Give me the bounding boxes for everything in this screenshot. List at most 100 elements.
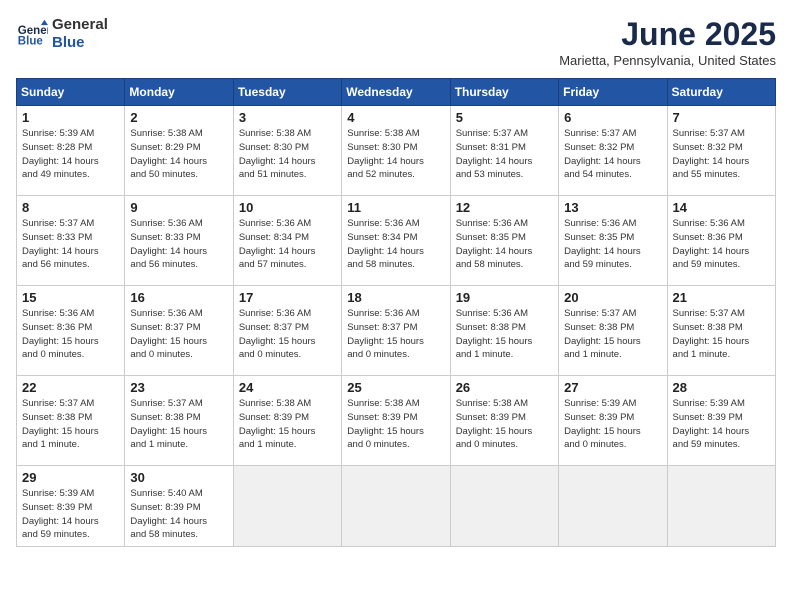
day-info: Sunrise: 5:37 AM Sunset: 8:38 PM Dayligh… bbox=[22, 397, 119, 452]
day-number: 3 bbox=[239, 110, 336, 125]
calendar-day-cell bbox=[233, 466, 341, 547]
day-info: Sunrise: 5:36 AM Sunset: 8:37 PM Dayligh… bbox=[239, 307, 336, 362]
calendar-day-cell: 3 Sunrise: 5:38 AM Sunset: 8:30 PM Daylig… bbox=[233, 106, 341, 196]
calendar-day-cell: 15Sunrise: 5:36 AM Sunset: 8:36 PM Dayli… bbox=[17, 286, 125, 376]
calendar-day-cell: 27 Sunrise: 5:39 AM Sunset: 8:39 PM Dayli… bbox=[559, 376, 667, 466]
day-number: 21 bbox=[673, 290, 770, 305]
calendar-week-row: 15Sunrise: 5:36 AM Sunset: 8:36 PM Dayli… bbox=[17, 286, 776, 376]
day-info: Sunrise: 5:36 AM Sunset: 8:37 PM Dayligh… bbox=[130, 307, 227, 362]
day-info: Sunrise: 5:36 AM Sunset: 8:36 PM Dayligh… bbox=[673, 217, 770, 272]
day-info: Sunrise: 5:36 AM Sunset: 8:37 PM Dayligh… bbox=[347, 307, 444, 362]
day-info: Sunrise: 5:39 AM Sunset: 8:28 PM Dayligh… bbox=[22, 127, 119, 182]
day-info: Sunrise: 5:38 AM Sunset: 8:30 PM Dayligh… bbox=[347, 127, 444, 182]
day-info: Sunrise: 5:36 AM Sunset: 8:34 PM Dayligh… bbox=[347, 217, 444, 272]
calendar-day-cell: 10 Sunrise: 5:36 AM Sunset: 8:34 PM Dayli… bbox=[233, 196, 341, 286]
calendar-day-cell: 19Sunrise: 5:36 AM Sunset: 8:38 PM Dayli… bbox=[450, 286, 558, 376]
day-number: 18 bbox=[347, 290, 444, 305]
day-number: 27 bbox=[564, 380, 661, 395]
title-block: June 2025 Marietta, Pennsylvania, United… bbox=[559, 16, 776, 68]
calendar-table: SundayMondayTuesdayWednesdayThursdayFrid… bbox=[16, 78, 776, 547]
calendar-day-cell: 8 Sunrise: 5:37 AM Sunset: 8:33 PM Daylig… bbox=[17, 196, 125, 286]
weekday-header: Tuesday bbox=[233, 79, 341, 106]
day-number: 11 bbox=[347, 200, 444, 215]
day-info: Sunrise: 5:39 AM Sunset: 8:39 PM Dayligh… bbox=[673, 397, 770, 452]
day-number: 6 bbox=[564, 110, 661, 125]
weekday-header: Thursday bbox=[450, 79, 558, 106]
calendar-day-cell: 13 Sunrise: 5:36 AM Sunset: 8:35 PM Dayli… bbox=[559, 196, 667, 286]
day-number: 23 bbox=[130, 380, 227, 395]
day-info: Sunrise: 5:37 AM Sunset: 8:38 PM Dayligh… bbox=[130, 397, 227, 452]
calendar-day-cell: 26 Sunrise: 5:38 AM Sunset: 8:39 PM Dayli… bbox=[450, 376, 558, 466]
day-number: 20 bbox=[564, 290, 661, 305]
calendar-day-cell bbox=[667, 466, 775, 547]
day-number: 4 bbox=[347, 110, 444, 125]
day-number: 1 bbox=[22, 110, 119, 125]
calendar-day-cell bbox=[559, 466, 667, 547]
day-number: 5 bbox=[456, 110, 553, 125]
calendar-day-cell: 24 Sunrise: 5:38 AM Sunset: 8:39 PM Dayli… bbox=[233, 376, 341, 466]
calendar-day-cell: 22 Sunrise: 5:37 AM Sunset: 8:38 PM Dayli… bbox=[17, 376, 125, 466]
day-info: Sunrise: 5:36 AM Sunset: 8:35 PM Dayligh… bbox=[564, 217, 661, 272]
logo-icon: General Blue bbox=[16, 18, 48, 50]
day-info: Sunrise: 5:38 AM Sunset: 8:30 PM Dayligh… bbox=[239, 127, 336, 182]
weekday-header: Monday bbox=[125, 79, 233, 106]
day-number: 2 bbox=[130, 110, 227, 125]
calendar-day-cell: 14 Sunrise: 5:36 AM Sunset: 8:36 PM Dayli… bbox=[667, 196, 775, 286]
logo-text-line1: General bbox=[52, 16, 108, 34]
day-info: Sunrise: 5:37 AM Sunset: 8:32 PM Dayligh… bbox=[673, 127, 770, 182]
day-info: Sunrise: 5:36 AM Sunset: 8:35 PM Dayligh… bbox=[456, 217, 553, 272]
calendar-day-cell: 18 Sunrise: 5:36 AM Sunset: 8:37 PM Dayli… bbox=[342, 286, 450, 376]
day-info: Sunrise: 5:36 AM Sunset: 8:34 PM Dayligh… bbox=[239, 217, 336, 272]
location-text: Marietta, Pennsylvania, United States bbox=[559, 53, 776, 68]
day-number: 25 bbox=[347, 380, 444, 395]
day-number: 26 bbox=[456, 380, 553, 395]
calendar-header-row: SundayMondayTuesdayWednesdayThursdayFrid… bbox=[17, 79, 776, 106]
day-number: 7 bbox=[673, 110, 770, 125]
day-number: 16 bbox=[130, 290, 227, 305]
day-info: Sunrise: 5:36 AM Sunset: 8:33 PM Dayligh… bbox=[130, 217, 227, 272]
calendar-day-cell: 30 Sunrise: 5:40 AM Sunset: 8:39 PM Dayli… bbox=[125, 466, 233, 547]
calendar-week-row: 22 Sunrise: 5:37 AM Sunset: 8:38 PM Dayli… bbox=[17, 376, 776, 466]
day-number: 22 bbox=[22, 380, 119, 395]
day-info: Sunrise: 5:37 AM Sunset: 8:38 PM Dayligh… bbox=[673, 307, 770, 362]
calendar-day-cell: 7 Sunrise: 5:37 AM Sunset: 8:32 PM Daylig… bbox=[667, 106, 775, 196]
calendar-day-cell: 16 Sunrise: 5:36 AM Sunset: 8:37 PM Dayli… bbox=[125, 286, 233, 376]
calendar-day-cell bbox=[450, 466, 558, 547]
svg-text:Blue: Blue bbox=[18, 36, 44, 48]
day-number: 15 bbox=[22, 290, 119, 305]
calendar-day-cell: 25 Sunrise: 5:38 AM Sunset: 8:39 PM Dayli… bbox=[342, 376, 450, 466]
day-info: Sunrise: 5:37 AM Sunset: 8:38 PM Dayligh… bbox=[564, 307, 661, 362]
calendar-day-cell: 20 Sunrise: 5:37 AM Sunset: 8:38 PM Dayli… bbox=[559, 286, 667, 376]
day-number: 14 bbox=[673, 200, 770, 215]
day-number: 30 bbox=[130, 470, 227, 485]
day-number: 10 bbox=[239, 200, 336, 215]
day-number: 17 bbox=[239, 290, 336, 305]
day-number: 12 bbox=[456, 200, 553, 215]
calendar-day-cell: 12 Sunrise: 5:36 AM Sunset: 8:35 PM Dayli… bbox=[450, 196, 558, 286]
day-info: Sunrise: 5:37 AM Sunset: 8:31 PM Dayligh… bbox=[456, 127, 553, 182]
calendar-day-cell: 5 Sunrise: 5:37 AM Sunset: 8:31 PM Daylig… bbox=[450, 106, 558, 196]
calendar-day-cell: 6Sunrise: 5:37 AM Sunset: 8:32 PM Daylig… bbox=[559, 106, 667, 196]
logo-text-line2: Blue bbox=[52, 34, 108, 52]
day-info: Sunrise: 5:37 AM Sunset: 8:33 PM Dayligh… bbox=[22, 217, 119, 272]
day-info: Sunrise: 5:38 AM Sunset: 8:39 PM Dayligh… bbox=[347, 397, 444, 452]
calendar-day-cell: 2Sunrise: 5:38 AM Sunset: 8:29 PM Daylig… bbox=[125, 106, 233, 196]
day-number: 13 bbox=[564, 200, 661, 215]
calendar-day-cell: 4 Sunrise: 5:38 AM Sunset: 8:30 PM Daylig… bbox=[342, 106, 450, 196]
day-info: Sunrise: 5:40 AM Sunset: 8:39 PM Dayligh… bbox=[130, 487, 227, 542]
day-info: Sunrise: 5:38 AM Sunset: 8:39 PM Dayligh… bbox=[239, 397, 336, 452]
weekday-header: Sunday bbox=[17, 79, 125, 106]
day-info: Sunrise: 5:39 AM Sunset: 8:39 PM Dayligh… bbox=[22, 487, 119, 542]
calendar-day-cell: 23 Sunrise: 5:37 AM Sunset: 8:38 PM Dayli… bbox=[125, 376, 233, 466]
calendar-day-cell bbox=[342, 466, 450, 547]
calendar-day-cell: 9Sunrise: 5:36 AM Sunset: 8:33 PM Daylig… bbox=[125, 196, 233, 286]
month-title: June 2025 bbox=[559, 16, 776, 53]
weekday-header: Friday bbox=[559, 79, 667, 106]
day-info: Sunrise: 5:38 AM Sunset: 8:39 PM Dayligh… bbox=[456, 397, 553, 452]
day-number: 8 bbox=[22, 200, 119, 215]
day-number: 24 bbox=[239, 380, 336, 395]
day-info: Sunrise: 5:39 AM Sunset: 8:39 PM Dayligh… bbox=[564, 397, 661, 452]
weekday-header: Wednesday bbox=[342, 79, 450, 106]
day-info: Sunrise: 5:36 AM Sunset: 8:38 PM Dayligh… bbox=[456, 307, 553, 362]
day-number: 29 bbox=[22, 470, 119, 485]
